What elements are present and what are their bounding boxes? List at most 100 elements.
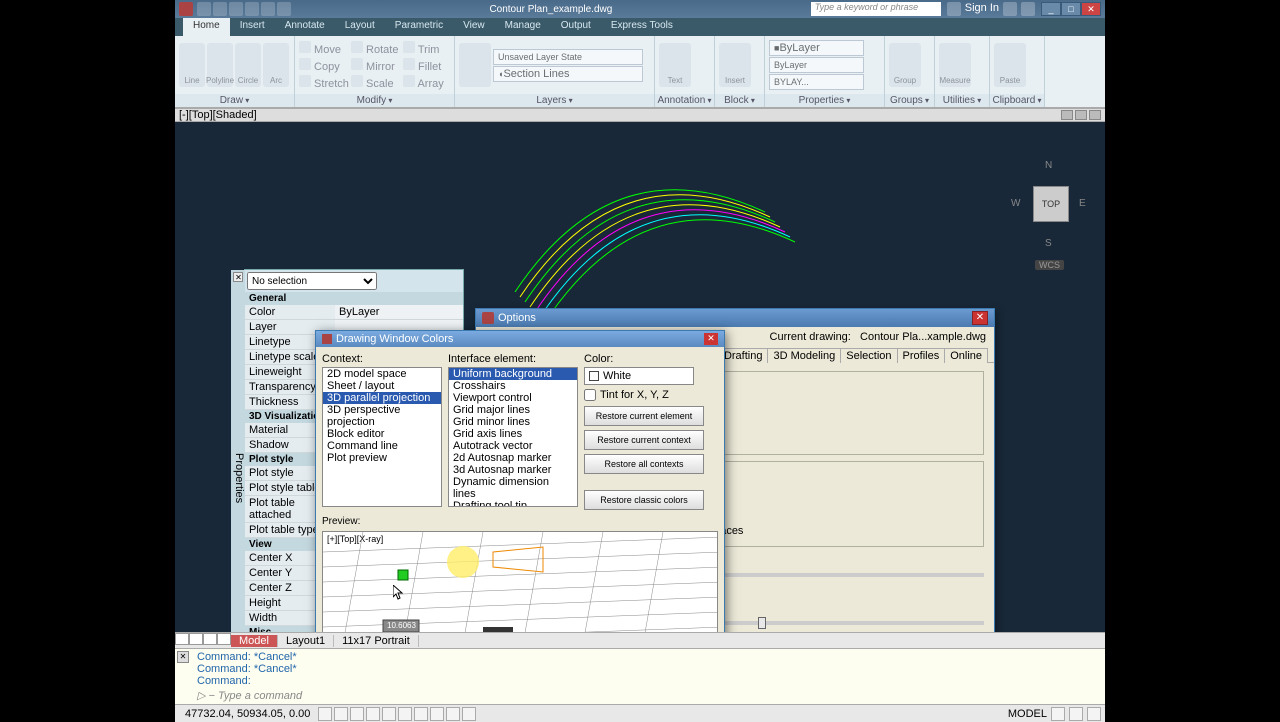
context-item[interactable]: 3D parallel projection (323, 392, 441, 404)
element-listbox[interactable]: Uniform backgroundCrosshairsViewport con… (448, 367, 578, 507)
drawing-viewport[interactable]: N S E W TOP WCS ✕ Properties No selectio… (175, 122, 1105, 632)
vp-max-icon[interactable] (1075, 110, 1087, 120)
status-icon-1[interactable] (1051, 707, 1065, 721)
tab-last-icon[interactable] (217, 633, 231, 645)
context-item[interactable]: Plot preview (323, 452, 441, 464)
colors-titlebar[interactable]: Drawing Window Colors ✕ (316, 331, 724, 347)
restore-context-button[interactable]: Restore current context (584, 430, 704, 450)
copy-button[interactable]: Copy (299, 58, 349, 73)
panel-groups[interactable]: Groups (885, 94, 934, 107)
command-window[interactable]: ✕ Command: *Cancel*Command: *Cancel*Comm… (175, 648, 1105, 704)
minimize-button[interactable]: _ (1041, 2, 1061, 16)
help-search-input[interactable]: Type a keyword or phrase (811, 2, 941, 16)
maximize-button[interactable]: □ (1061, 2, 1081, 16)
qat-new-icon[interactable] (197, 2, 211, 16)
panel-clipboard[interactable]: Clipboard (990, 94, 1044, 107)
ribbon-tab-view[interactable]: View (453, 18, 495, 36)
layer-state-dropdown[interactable]: Unsaved Layer State (493, 49, 643, 65)
tab-first-icon[interactable] (175, 633, 189, 645)
element-item[interactable]: Dynamic dimension lines (449, 476, 577, 500)
fillet-button[interactable]: Fillet (403, 58, 453, 73)
options-titlebar[interactable]: Options ✕ (476, 309, 994, 327)
layer-properties-icon[interactable] (459, 43, 491, 87)
options-tab-3d-modeling[interactable]: 3D Modeling (767, 348, 841, 363)
viewcube-w[interactable]: W (1011, 198, 1020, 209)
colors-close-icon[interactable]: ✕ (704, 333, 718, 345)
restore-all-button[interactable]: Restore all contexts (584, 454, 704, 474)
ribbon-tab-annotate[interactable]: Annotate (275, 18, 335, 36)
options-close-icon[interactable]: ✕ (972, 311, 988, 325)
measure-button[interactable]: Measure (939, 43, 971, 87)
qat-print-icon[interactable] (277, 2, 291, 16)
ribbon-tab-parametric[interactable]: Parametric (385, 18, 453, 36)
vp-min-icon[interactable] (1061, 110, 1073, 120)
snap-toggle[interactable] (318, 707, 332, 721)
line-button[interactable]: Line (179, 43, 205, 87)
layout-tab-model[interactable]: Model (231, 635, 278, 647)
tab-next-icon[interactable] (203, 633, 217, 645)
layer-dropdown[interactable]: ◖ Section Lines (493, 66, 643, 82)
coordinates[interactable]: 47732.04, 50934.05, 0.00 (179, 708, 316, 720)
polar-toggle[interactable] (366, 707, 380, 721)
qat-open-icon[interactable] (213, 2, 227, 16)
signin-label[interactable]: Sign In (965, 2, 999, 16)
model-space-label[interactable]: MODEL (1008, 708, 1047, 720)
exchange-icon[interactable] (1003, 2, 1017, 16)
context-item[interactable]: 3D perspective projection (323, 404, 441, 428)
signin-icon[interactable] (947, 2, 961, 16)
restore-element-button[interactable]: Restore current element (584, 406, 704, 426)
text-button[interactable]: Text (659, 43, 691, 87)
mirror-button[interactable]: Mirror (351, 58, 401, 73)
viewcube-wcs[interactable]: WCS (1035, 260, 1064, 270)
panel-block[interactable]: Block (715, 94, 764, 107)
rotate-button[interactable]: Rotate (351, 41, 401, 56)
qat-save-icon[interactable] (229, 2, 243, 16)
status-icon-2[interactable] (1069, 707, 1083, 721)
array-button[interactable]: Array (403, 75, 453, 90)
cmd-close-icon[interactable]: ✕ (177, 651, 189, 663)
tint-checkbox[interactable] (584, 389, 596, 401)
selection-dropdown[interactable]: No selection (247, 272, 377, 290)
status-icon-3[interactable] (1087, 707, 1101, 721)
viewcube[interactable]: N S E W TOP WCS (1005, 152, 1095, 262)
move-button[interactable]: Move (299, 41, 349, 56)
options-tab-selection[interactable]: Selection (840, 348, 897, 363)
options-tab-online[interactable]: Online (944, 348, 988, 363)
element-item[interactable]: 2d Autosnap marker (449, 452, 577, 464)
context-item[interactable]: Block editor (323, 428, 441, 440)
scale-button[interactable]: Scale (351, 75, 401, 90)
panel-utilities[interactable]: Utilities (935, 94, 989, 107)
viewcube-n[interactable]: N (1045, 160, 1052, 171)
panel-annotation[interactable]: Annotation (655, 94, 714, 107)
ribbon-tab-manage[interactable]: Manage (495, 18, 551, 36)
element-item[interactable]: Autotrack vector (449, 440, 577, 452)
palette-handle[interactable]: ✕ Properties (231, 270, 245, 632)
qat-redo-icon[interactable] (261, 2, 275, 16)
element-item[interactable]: Viewport control (449, 392, 577, 404)
context-item[interactable]: Command line (323, 440, 441, 452)
qat-undo-icon[interactable] (245, 2, 259, 16)
osnap-toggle[interactable] (382, 707, 396, 721)
ortho-toggle[interactable] (350, 707, 364, 721)
group-button[interactable]: Group (889, 43, 921, 87)
element-item[interactable]: Crosshairs (449, 380, 577, 392)
options-tab-drafting[interactable]: Drafting (718, 348, 769, 363)
restore-classic-button[interactable]: Restore classic colors (584, 490, 704, 510)
panel-layers[interactable]: Layers (455, 94, 654, 107)
palette-close-icon[interactable]: ✕ (233, 272, 243, 282)
ribbon-tab-output[interactable]: Output (551, 18, 601, 36)
stretch-button[interactable]: Stretch (299, 75, 349, 90)
viewcube-s[interactable]: S (1045, 238, 1052, 249)
tab-prev-icon[interactable] (189, 633, 203, 645)
polyline-button[interactable]: Polyline (207, 43, 233, 87)
lwt-toggle[interactable] (446, 707, 460, 721)
quick-access-toolbar[interactable] (197, 2, 291, 16)
layout-tab-11x17-portrait[interactable]: 11x17 Portrait (334, 635, 419, 647)
element-item[interactable]: Uniform background (449, 368, 577, 380)
ribbon-tab-insert[interactable]: Insert (230, 18, 275, 36)
panel-modify[interactable]: Modify (295, 94, 454, 107)
dyn-toggle[interactable] (430, 707, 444, 721)
element-item[interactable]: Drafting tool tip (449, 500, 577, 507)
ribbon-tab-express-tools[interactable]: Express Tools (601, 18, 683, 36)
layout-tab-layout1[interactable]: Layout1 (278, 635, 334, 647)
